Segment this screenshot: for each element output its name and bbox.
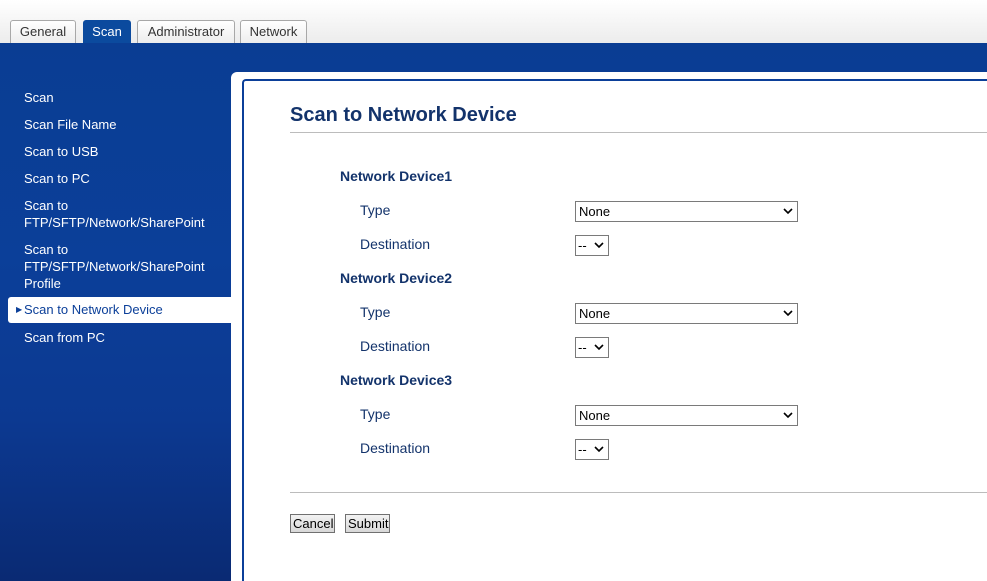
sidebar-item-scan-to-usb[interactable]: Scan to USB [24,143,224,160]
chevron-down-icon [783,310,793,317]
chevron-down-icon [594,446,604,453]
title-divider [290,132,987,133]
device2-destination-label: Destination [360,338,431,354]
device3-destination-value: -- [578,442,587,457]
sidebar-item-scan-to-network-device[interactable]: ▶ Scan to Network Device [8,297,231,323]
caret-right-icon: ▶ [16,305,23,314]
device3-type-value: None [579,408,611,423]
device2-type-value: None [579,306,611,321]
sidebar-item-scan-from-pc[interactable]: Scan from PC [24,329,224,346]
chevron-down-icon [594,344,604,351]
device3-type-label: Type [360,406,391,422]
device1-destination-value: -- [578,238,587,253]
tab-general[interactable]: General [10,20,76,43]
submit-button[interactable]: Submit [345,514,390,533]
device2-destination-value: -- [578,340,587,355]
device1-destination-select[interactable]: -- [575,235,609,256]
network-device1-heading: Network Device1 [340,168,453,184]
tab-network[interactable]: Network [240,20,307,43]
device1-destination-label: Destination [360,236,431,252]
sidebar-item-scan-to-pc[interactable]: Scan to PC [24,170,224,187]
bottom-divider [290,492,987,493]
content-panel [242,79,987,581]
chevron-down-icon [594,242,604,249]
device2-type-select[interactable]: None [575,303,798,324]
device1-type-value: None [579,204,611,219]
cancel-button[interactable]: Cancel [290,514,335,533]
sidebar-item-scan-to-ftp-profile[interactable]: Scan to FTP/SFTP/Network/SharePoint Prof… [24,241,224,292]
sidebar-item-scan-to-ftp[interactable]: Scan to FTP/SFTP/Network/SharePoint [24,197,224,231]
sidebar-item-scan-file-name[interactable]: Scan File Name [24,116,224,133]
device3-type-select[interactable]: None [575,405,798,426]
page-title: Scan to Network Device [290,104,517,126]
device3-destination-label: Destination [360,440,431,456]
device3-destination-select[interactable]: -- [575,439,609,460]
device2-destination-select[interactable]: -- [575,337,609,358]
sidebar-item-label: Scan to Network Device [24,302,163,317]
chevron-down-icon [783,412,793,419]
tab-scan[interactable]: Scan [83,20,131,43]
device1-type-label: Type [360,202,391,218]
sidebar-item-scan[interactable]: Scan [24,89,224,106]
tab-administrator[interactable]: Administrator [137,20,235,43]
network-device2-heading: Network Device2 [340,270,453,286]
top-tab-bar: General Scan Administrator Network [0,0,987,43]
device2-type-label: Type [360,304,391,320]
network-device3-heading: Network Device3 [340,372,453,388]
chevron-down-icon [783,208,793,215]
device1-type-select[interactable]: None [575,201,798,222]
